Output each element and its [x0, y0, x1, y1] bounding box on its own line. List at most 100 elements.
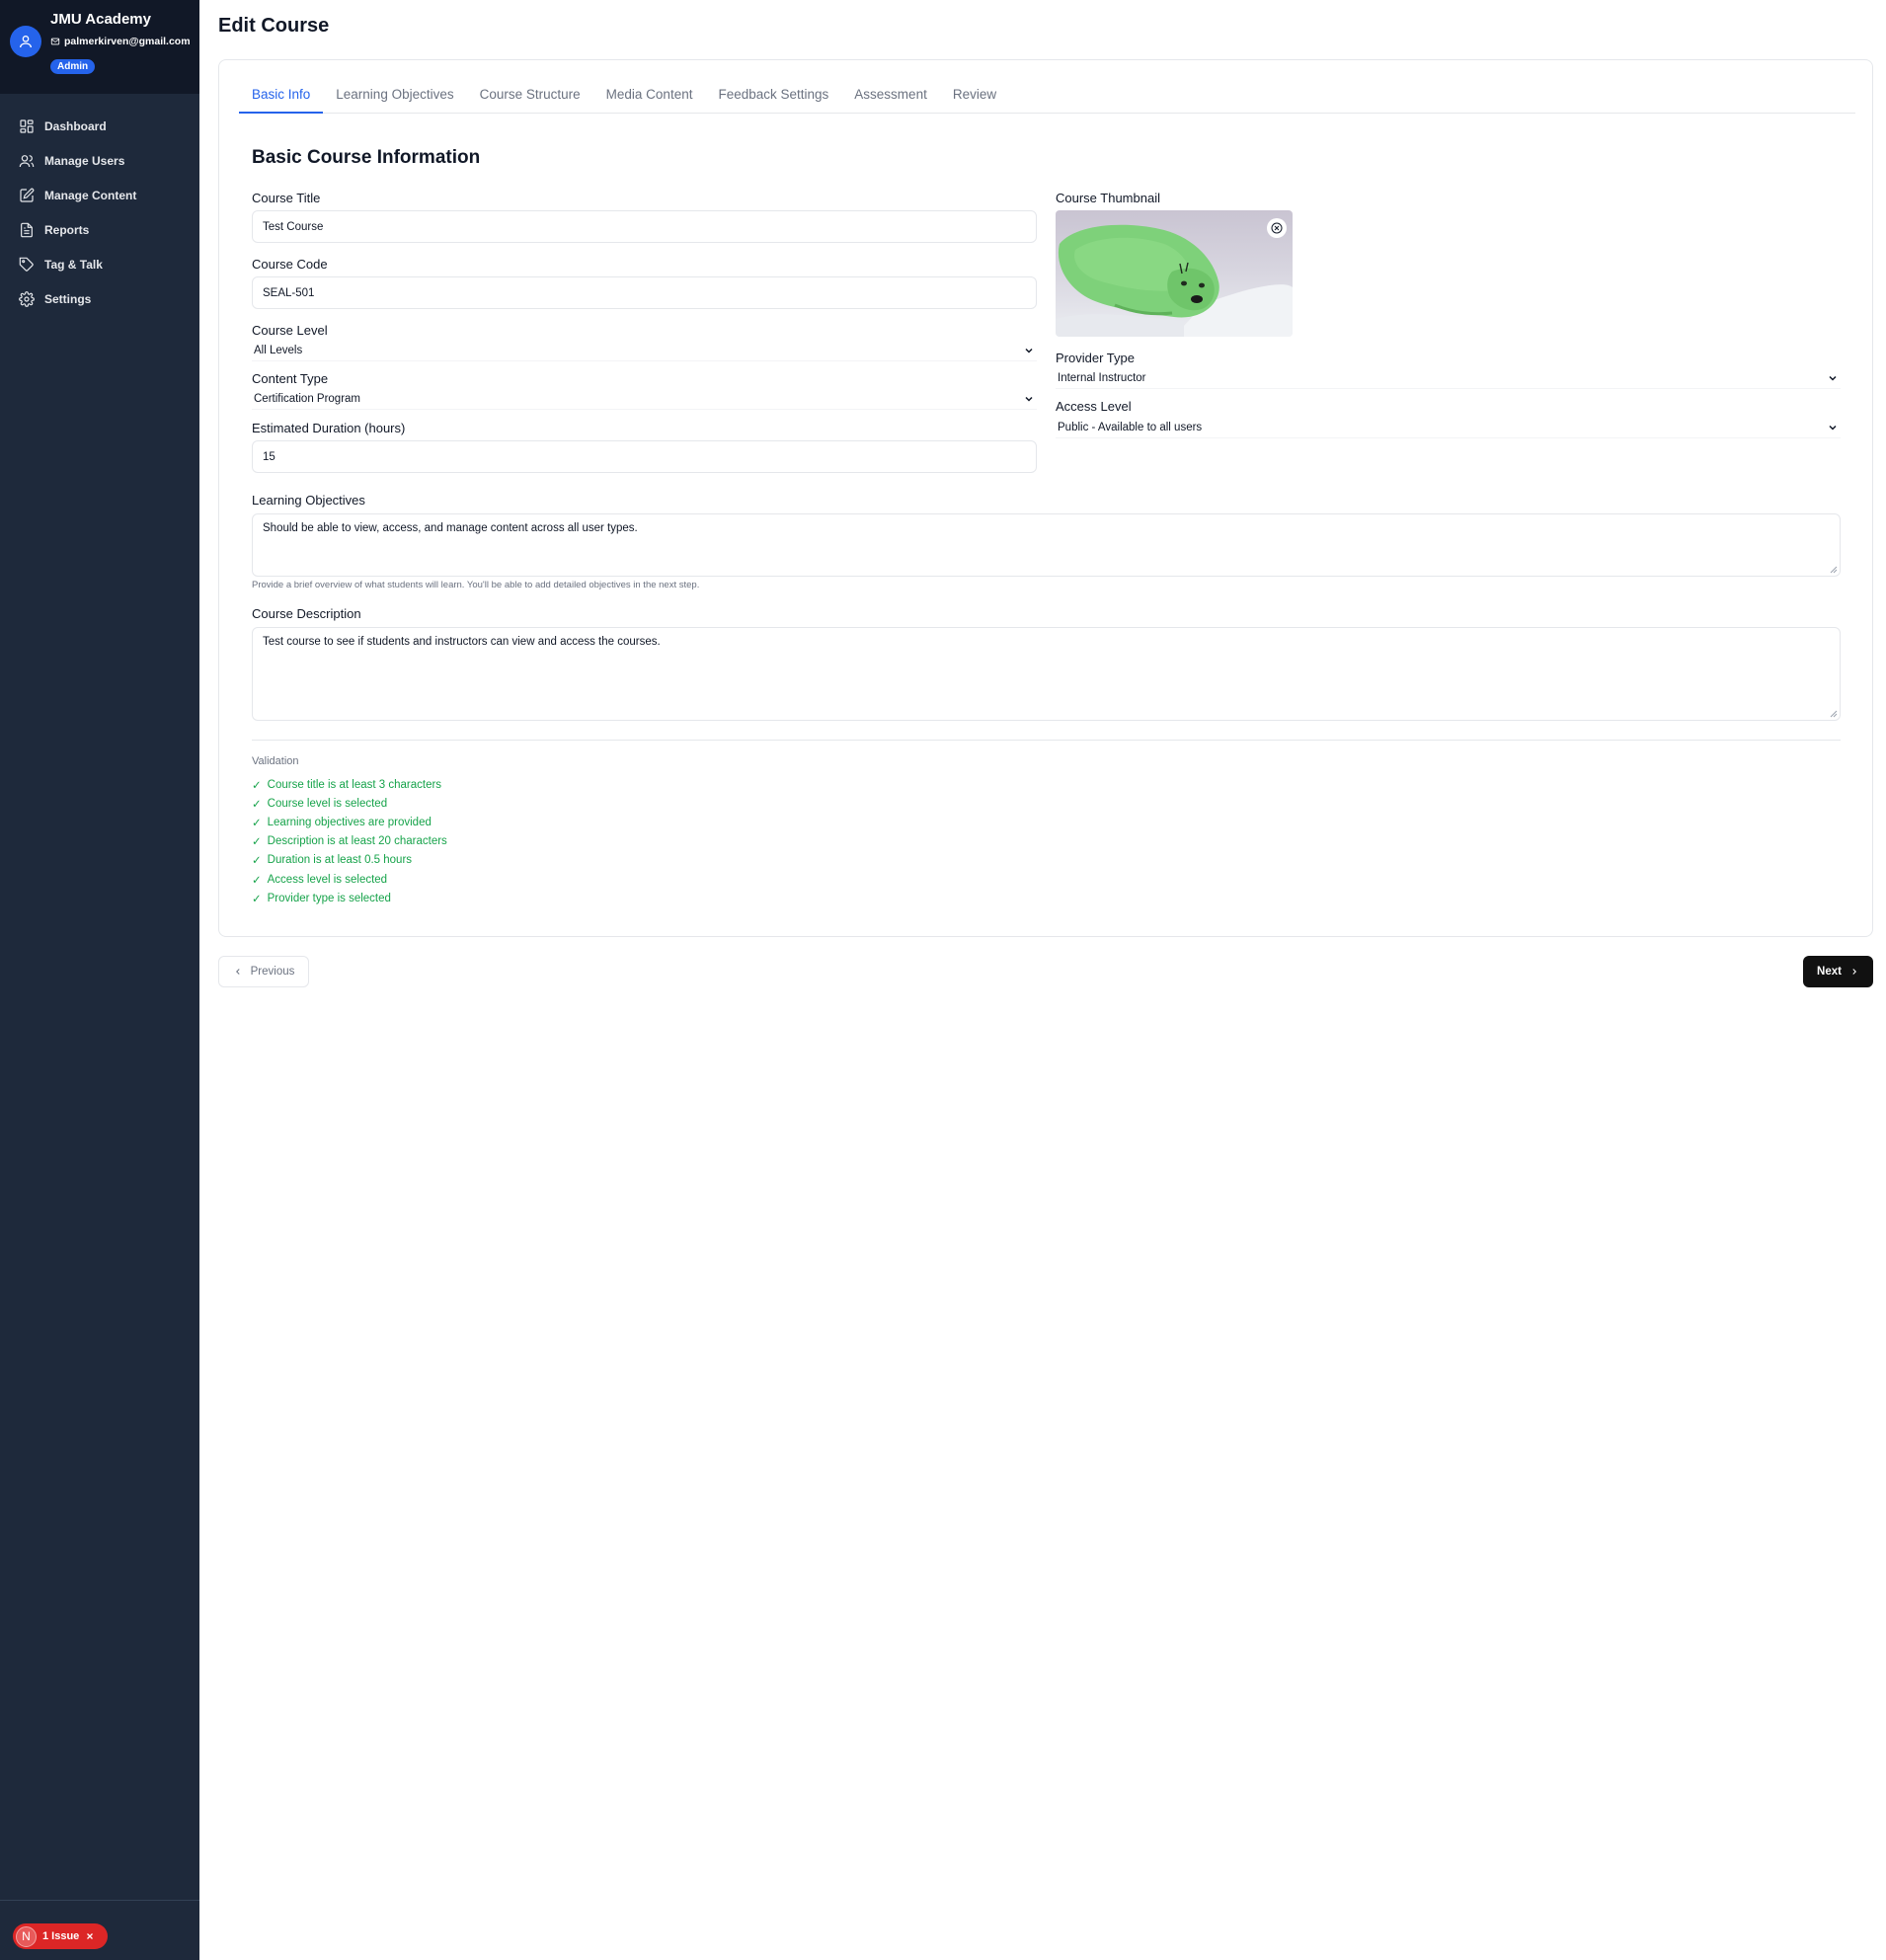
previous-label: Previous: [250, 966, 295, 978]
user-email-text: palmerkirven@gmail.com: [64, 36, 191, 47]
course-description-textarea[interactable]: Test course to see if students and instr…: [252, 627, 1841, 721]
course-thumbnail-image: [1056, 210, 1293, 337]
role-badge: Admin: [50, 59, 96, 74]
tab-basic-info[interactable]: Basic Info: [239, 78, 324, 114]
validation-item: ✓ Course level is selected: [252, 794, 447, 813]
course-description-text: Test course to see if students and instr…: [263, 636, 661, 648]
sidebar-item-label: Dashboard: [44, 118, 107, 133]
edit-icon: [20, 188, 35, 202]
section-title: Basic Course Information: [252, 147, 481, 168]
duration-label: Estimated Duration (hours): [252, 421, 406, 435]
validation-item-text: Provider type is selected: [267, 892, 391, 904]
validation-item-text: Access level is selected: [267, 873, 388, 886]
tag-icon: [19, 257, 34, 272]
tab-feedback-settings[interactable]: Feedback Settings: [705, 78, 841, 114]
access-level-label: Access Level: [1056, 399, 1132, 414]
next-label: Next: [1817, 966, 1842, 978]
validation-title: Validation: [252, 755, 299, 767]
sidebar-item-tag-talk[interactable]: Tag & Talk: [0, 247, 199, 281]
check-icon: ✓: [252, 855, 262, 868]
page-title: Edit Course: [218, 15, 330, 37]
previous-button[interactable]: Previous: [218, 956, 309, 987]
next-logo-icon: N: [16, 1925, 37, 1947]
validation-item-text: Course level is selected: [267, 797, 388, 810]
resize-handle-icon[interactable]: [1830, 566, 1838, 574]
course-title-label: Course Title: [252, 191, 321, 205]
check-icon: ✓: [252, 817, 262, 829]
chevron-down-icon: [1829, 425, 1837, 431]
content-type-value: Certification Program: [254, 392, 361, 405]
issues-badge[interactable]: N 1 Issue: [13, 1923, 108, 1949]
course-level-select[interactable]: All Levels: [252, 340, 1037, 361]
validation-item-text: Learning objectives are provided: [267, 816, 432, 828]
validation-item: ✓ Provider type is selected: [252, 889, 447, 907]
learning-objectives-text: Should be able to view, access, and mana…: [263, 522, 638, 534]
chevron-down-icon: [1829, 375, 1837, 381]
chevron-right-icon: [1852, 969, 1856, 975]
course-code-input[interactable]: SEAL-501: [252, 276, 1037, 309]
tab-assessment[interactable]: Assessment: [841, 78, 940, 114]
remove-thumbnail-button[interactable]: [1267, 218, 1287, 238]
issues-label: 1 Issue: [42, 1930, 80, 1942]
check-icon: ✓: [252, 893, 262, 905]
chevron-down-icon: [1025, 348, 1033, 353]
tab-media-content[interactable]: Media Content: [593, 78, 706, 114]
resize-handle-icon[interactable]: [1830, 710, 1838, 718]
close-icon[interactable]: [85, 1931, 95, 1941]
provider-type-value: Internal Instructor: [1058, 371, 1146, 384]
gear-icon: [19, 290, 35, 307]
sidebar-item-dashboard[interactable]: Dashboard: [0, 109, 199, 143]
next-button[interactable]: Next: [1803, 956, 1873, 987]
sidebar-item-label: Settings: [44, 291, 92, 306]
learning-objectives-textarea[interactable]: Should be able to view, access, and mana…: [252, 513, 1841, 577]
validation-item-text: Description is at least 20 characters: [267, 835, 447, 848]
sidebar-item-label: Reports: [44, 222, 90, 237]
course-code-label: Course Code: [252, 257, 328, 272]
sidebar-nav: Dashboard Manage Users Manage Content Re…: [0, 109, 199, 316]
validation-item-text: Course title is at least 3 characters: [267, 778, 442, 791]
course-description-label: Course Description: [252, 606, 361, 621]
access-level-value: Public - Available to all users: [1058, 421, 1203, 433]
avatar[interactable]: [10, 26, 41, 57]
divider: [252, 740, 1841, 741]
check-icon: ✓: [252, 779, 262, 792]
sidebar-item-label: Tag & Talk: [44, 257, 103, 272]
provider-type-select[interactable]: Internal Instructor: [1056, 367, 1841, 389]
duration-input[interactable]: 15: [252, 440, 1037, 473]
chevron-down-icon: [1025, 396, 1033, 402]
thumbnail-label: Course Thumbnail: [1056, 191, 1160, 205]
check-icon: ✓: [252, 874, 262, 887]
sidebar-item-label: Manage Users: [44, 153, 125, 168]
sidebar-footer: N 1 Issue: [0, 1900, 199, 1960]
user-email: palmerkirven@gmail.com: [50, 36, 191, 47]
learning-objectives-hint: Provide a brief overview of what student…: [252, 580, 700, 590]
tab-course-structure[interactable]: Course Structure: [467, 78, 593, 114]
check-icon: ✓: [252, 836, 262, 849]
validation-item: ✓ Duration is at least 0.5 hours: [252, 851, 447, 870]
validation-item: ✓ Access level is selected: [252, 870, 447, 889]
course-level-value: All Levels: [254, 344, 303, 356]
learning-objectives-label: Learning Objectives: [252, 493, 365, 508]
validation-item-text: Duration is at least 0.5 hours: [267, 854, 413, 867]
course-title-input[interactable]: Test Course: [252, 210, 1037, 243]
access-level-select[interactable]: Public - Available to all users: [1056, 417, 1841, 438]
validation-item: ✓ Learning objectives are provided: [252, 813, 447, 831]
sidebar-item-manage-content[interactable]: Manage Content: [0, 178, 199, 212]
course-level-label: Course Level: [252, 323, 328, 338]
tab-learning-objectives[interactable]: Learning Objectives: [323, 78, 466, 114]
content-type-select[interactable]: Certification Program: [252, 388, 1037, 410]
tab-review[interactable]: Review: [940, 78, 1009, 114]
brand-title: JMU Academy: [50, 11, 151, 28]
seal-thumbnail-illustration: [1056, 210, 1293, 337]
validation-item: ✓ Course title is at least 3 characters: [252, 775, 447, 794]
validation-item: ✓ Description is at least 20 characters: [252, 832, 447, 851]
report-icon: [21, 222, 33, 237]
check-icon: ✓: [252, 798, 262, 811]
close-icon: [1271, 222, 1283, 234]
sidebar-item-manage-users[interactable]: Manage Users: [0, 143, 199, 178]
sidebar-item-settings[interactable]: Settings: [0, 281, 199, 316]
dashboard-icon: [20, 118, 34, 133]
user-icon: [20, 36, 32, 48]
mail-icon: [50, 38, 60, 45]
sidebar-item-reports[interactable]: Reports: [0, 212, 199, 247]
